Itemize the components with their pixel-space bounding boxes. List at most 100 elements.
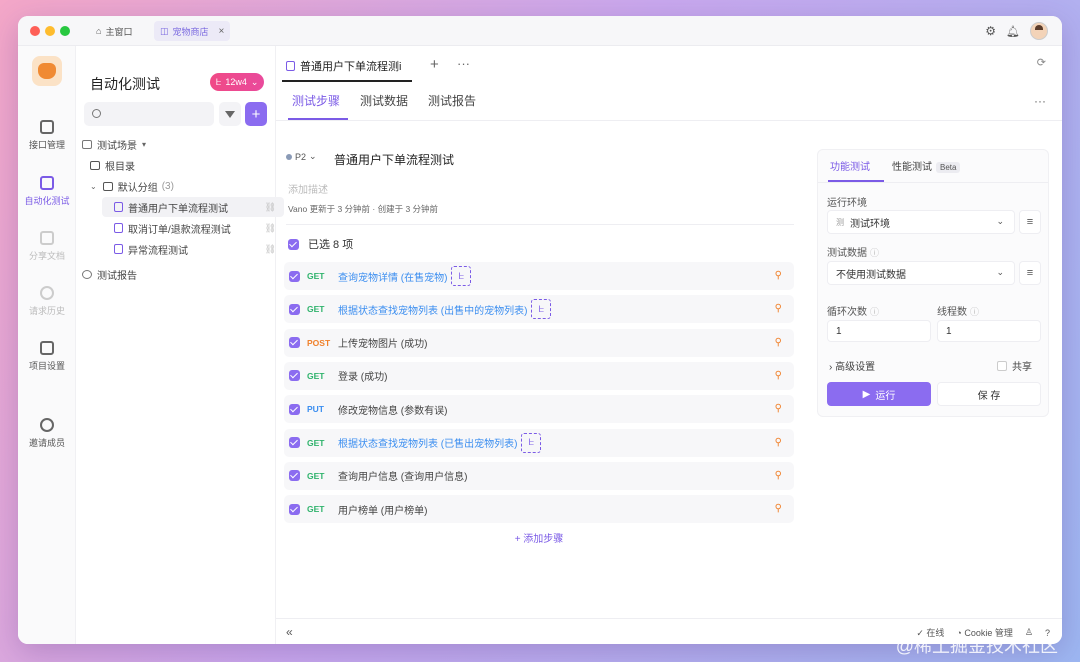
refresh-icon[interactable]: ⟳ xyxy=(1037,56,1046,69)
share-checkbox[interactable] xyxy=(997,360,1007,371)
tab-functional-test[interactable]: 功能测试 xyxy=(830,158,870,173)
env-manage-button[interactable]: ≡ xyxy=(1019,210,1041,234)
step-link-edit-icon[interactable]: ⚲ xyxy=(775,503,782,514)
step-row[interactable]: GET 根据状态查找宠物列表 (已售出宠物列表) ᖶ ⚲ xyxy=(284,428,794,457)
filter-button[interactable] xyxy=(219,102,241,126)
case-title[interactable]: 普通用户下单流程测试 xyxy=(334,151,454,168)
step-name[interactable]: 查询宠物详情 (在售宠物) xyxy=(338,269,447,284)
save-button[interactable]: 保 存 xyxy=(937,382,1041,406)
step-checkbox[interactable] xyxy=(289,470,300,482)
step-link-edit-icon[interactable]: ⚲ xyxy=(775,403,782,414)
step-link-edit-icon[interactable]: ⚲ xyxy=(775,337,782,348)
more-options-icon[interactable]: ··· xyxy=(1034,94,1046,108)
user-avatar[interactable] xyxy=(1030,22,1048,40)
nav-automation-test[interactable]: 自动化测试 xyxy=(18,176,76,207)
help-icon[interactable]: ⓘ xyxy=(970,307,979,317)
step-name[interactable]: 上传宠物图片 (成功) xyxy=(338,335,427,350)
tab-performance-test[interactable]: 性能测试 Beta xyxy=(892,158,961,173)
add-step-button[interactable]: + 添加步骤 xyxy=(284,530,794,545)
priority-select[interactable]: P2 ⌄ xyxy=(286,151,317,162)
step-link-edit-icon[interactable]: ⚲ xyxy=(775,270,782,281)
step-row[interactable]: GET 登录 (成功) ⚲ xyxy=(284,361,794,390)
collapse-sidebar-icon[interactable]: « xyxy=(286,625,293,639)
tab-test-data[interactable]: 测试数据 xyxy=(360,92,408,109)
step-checkbox[interactable] xyxy=(289,503,300,515)
step-checkbox[interactable] xyxy=(289,337,300,349)
select-all-checkbox[interactable] xyxy=(288,238,299,250)
tree-section-scenarios[interactable]: 测试场景 ▾ xyxy=(82,134,266,154)
tree-search-input[interactable] xyxy=(84,102,214,126)
tree-item-case-1[interactable]: 普通用户下单流程测试 ⛓ xyxy=(102,197,284,217)
version-badge[interactable]: ᖶ 12w4 ⌄ xyxy=(210,73,265,91)
step-name[interactable]: 查询用户信息 (查询用户信息) xyxy=(338,468,467,483)
loop-count-input[interactable]: 1 xyxy=(827,320,931,342)
step-link-edit-icon[interactable]: ⚲ xyxy=(775,437,782,448)
help-icon[interactable]: ⓘ xyxy=(870,248,879,258)
step-row[interactable]: GET 查询宠物详情 (在售宠物) ᖶ ⚲ xyxy=(284,262,794,290)
step-row[interactable]: GET 用户榜单 (用户榜单) ⚲ xyxy=(284,495,794,524)
advanced-settings-toggle[interactable]: › 高级设置 xyxy=(829,358,875,373)
filter-icon xyxy=(225,110,235,118)
select-all-row[interactable]: 已选 8 项 xyxy=(288,236,353,252)
step-link-edit-icon[interactable]: ⚲ xyxy=(775,370,782,381)
tab-test-report[interactable]: 测试报告 xyxy=(428,92,476,109)
step-name[interactable]: 根据状态查找宠物列表 (已售出宠物列表) xyxy=(338,435,517,450)
step-name[interactable]: 用户榜单 (用户榜单) xyxy=(338,502,427,517)
step-link-edit-icon[interactable]: ⚲ xyxy=(775,470,782,481)
close-tab-icon[interactable]: × xyxy=(219,26,225,37)
left-nav: 接口管理 自动化测试 分享文档 请求历史 项目设置 邀请成员 xyxy=(18,46,76,644)
step-name[interactable]: 登录 (成功) xyxy=(338,368,387,383)
tree-section-reports[interactable]: 测试报告 xyxy=(82,264,266,284)
linked-case-icon[interactable]: ᖶ xyxy=(451,266,472,286)
nav-project-settings[interactable]: 项目设置 xyxy=(18,341,76,372)
step-link-edit-icon[interactable]: ⚲ xyxy=(775,303,782,314)
link-icon[interactable]: ⛓ xyxy=(265,244,276,255)
tree-root-folder[interactable]: 根目录 xyxy=(90,155,274,175)
nav-api-management[interactable]: 接口管理 xyxy=(18,120,76,151)
step-checkbox[interactable] xyxy=(289,270,300,282)
more-tabs-icon[interactable]: ··· xyxy=(457,56,470,71)
tree-default-group[interactable]: ⌄ 默认分组 (3) xyxy=(90,176,274,196)
step-checkbox[interactable] xyxy=(289,303,300,315)
linked-case-icon[interactable]: ᖶ xyxy=(521,432,542,453)
window-tab-pet-store[interactable]: ◫ 宠物商店 × xyxy=(154,21,231,41)
link-icon[interactable]: ⛓ xyxy=(265,223,276,234)
step-row[interactable]: GET 查询用户信息 (查询用户信息) ⚲ xyxy=(284,461,794,490)
linked-case-icon[interactable]: ᖶ xyxy=(531,299,552,320)
thread-count-input[interactable]: 1 xyxy=(937,320,1041,342)
step-row[interactable]: GET 根据状态查找宠物列表 (出售中的宠物列表) ᖶ ⚲ xyxy=(284,295,794,324)
test-data-select[interactable]: 不使用测试数据 ⌄ xyxy=(827,261,1015,285)
maximize-window-button[interactable] xyxy=(60,26,70,36)
tab-test-steps[interactable]: 测试步骤 xyxy=(292,92,340,109)
step-checkbox[interactable] xyxy=(289,403,300,415)
new-tab-button[interactable]: + xyxy=(430,56,439,73)
window-tab-home[interactable]: ⌂ 主窗口 xyxy=(90,21,138,41)
step-row[interactable]: POST 上传宠物图片 (成功) ⚲ xyxy=(284,328,794,357)
step-name[interactable]: 修改宠物信息 (参数有误) xyxy=(338,402,447,417)
step-row[interactable]: PUT 修改宠物信息 (参数有误) ⚲ xyxy=(284,395,794,424)
link-icon[interactable]: ⛓ xyxy=(265,202,276,213)
description-field[interactable]: 添加描述 xyxy=(288,181,328,196)
close-window-button[interactable] xyxy=(30,26,40,36)
tree-item-case-3[interactable]: 异常流程测试 ⛓ xyxy=(102,239,284,259)
test-data-manage-button[interactable]: ≡ xyxy=(1019,261,1041,285)
run-button[interactable]: ▶ 运行 xyxy=(827,382,931,406)
add-scenario-button[interactable]: + xyxy=(245,102,267,126)
play-icon: ▶ xyxy=(862,388,871,400)
nav-request-history[interactable]: 请求历史 xyxy=(18,286,76,317)
doc-tab-active[interactable]: 普通用户下单流程测i xyxy=(286,56,401,76)
step-name[interactable]: 根据状态查找宠物列表 (出售中的宠物列表) xyxy=(338,302,527,317)
nav-invite-members[interactable]: 邀请成员 xyxy=(18,418,76,449)
home-icon: ⌂ xyxy=(96,26,102,36)
share-checkbox-row[interactable]: 共享 xyxy=(997,358,1032,373)
nav-share-docs[interactable]: 分享文档 xyxy=(18,231,76,262)
chevron-down-icon: ⌄ xyxy=(250,76,259,87)
help-icon[interactable]: ⓘ xyxy=(870,307,879,317)
step-checkbox[interactable] xyxy=(289,370,300,382)
settings-icon[interactable]: ⚙ xyxy=(985,24,996,38)
step-checkbox[interactable] xyxy=(289,437,300,448)
notification-bell-icon[interactable]: 🔔︎ xyxy=(1006,25,1020,38)
minimize-window-button[interactable] xyxy=(45,26,55,36)
tree-item-case-2[interactable]: 取消订单/退款流程测试 ⛓ xyxy=(102,218,284,238)
env-select[interactable]: 测 测试环境 ⌄ xyxy=(827,210,1015,234)
